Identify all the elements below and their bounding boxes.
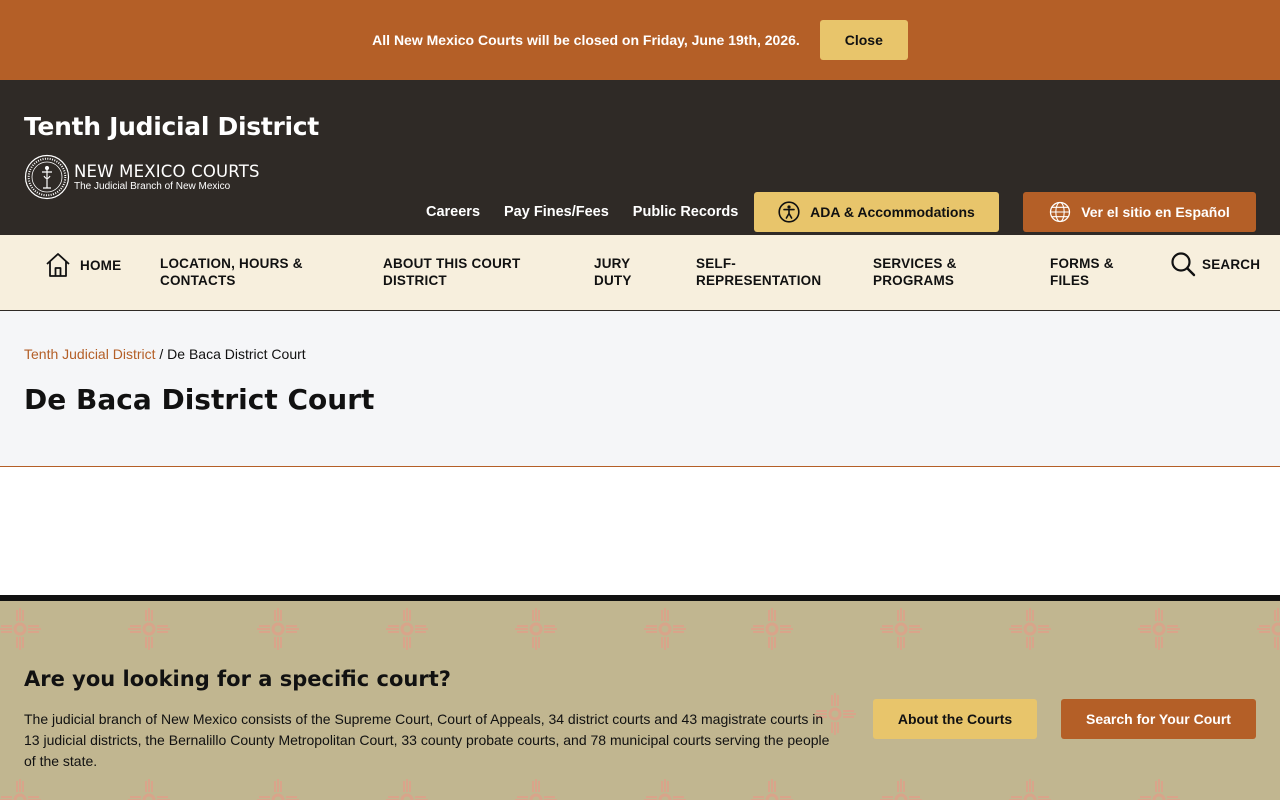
nav-item-about-district[interactable]: ABOUT THIS COURT DISTRICT	[383, 255, 543, 289]
alert-bar: All New Mexico Courts will be closed on …	[0, 0, 1280, 80]
site-title[interactable]: Tenth Judicial District	[24, 112, 319, 141]
spanish-site-button[interactable]: Ver el sitio en Español	[1023, 192, 1256, 232]
search-icon	[1171, 252, 1196, 277]
nm-courts-logo[interactable]: NEW MEXICO COURTS The Judicial Branch of…	[24, 154, 260, 200]
alert-close-button[interactable]: Close	[819, 20, 908, 60]
nav-item-location[interactable]: LOCATION, HOURS & CONTACTS	[160, 255, 330, 289]
court-finder-banner: Are you looking for a specific court? Th…	[0, 601, 1280, 800]
ada-accommodations-button[interactable]: ADA & Accommodations	[754, 192, 999, 232]
breadcrumb-current: De Baca District Court	[167, 346, 306, 362]
breadcrumb-link-tenth-district[interactable]: Tenth Judicial District	[24, 346, 156, 362]
search-for-your-court-button[interactable]: Search for Your Court	[1061, 699, 1256, 739]
nav-item-jury-duty[interactable]: JURY DUTY	[594, 255, 654, 289]
nav-search-label: SEARCH	[1202, 256, 1261, 272]
page-head: Tenth Judicial District / De Baca Distri…	[0, 311, 1280, 467]
breadcrumb: Tenth Judicial District / De Baca Distri…	[24, 346, 306, 362]
utility-nav: Careers Pay Fines/Fees Public Records	[426, 192, 762, 232]
nav-search-button[interactable]: SEARCH	[1170, 251, 1260, 277]
globe-icon	[1050, 201, 1071, 223]
main-nav: HOME LOCATION, HOURS & CONTACTS ABOUT TH…	[0, 235, 1280, 311]
careers-link[interactable]: Careers	[426, 204, 480, 220]
about-the-courts-button[interactable]: About the Courts	[873, 699, 1037, 739]
site-header: Tenth Judicial District NEW MEXICO COURT…	[0, 80, 1280, 235]
nav-item-self-representation[interactable]: SELF- REPRESENTATION	[696, 255, 836, 289]
page-title: De Baca District Court	[24, 383, 375, 416]
nav-home-label: HOME	[80, 257, 122, 273]
logo-title: NEW MEXICO COURTS	[74, 161, 260, 181]
nav-item-services[interactable]: SERVICES & PROGRAMS	[873, 255, 993, 289]
spanish-label: Ver el sitio en Español	[1081, 204, 1230, 220]
accessibility-icon	[778, 201, 800, 223]
ada-label: ADA & Accommodations	[810, 204, 975, 220]
nav-item-home[interactable]: HOME	[44, 251, 121, 279]
logo-subtitle: The Judicial Branch of New Mexico	[74, 180, 231, 192]
state-seal-icon	[24, 154, 70, 200]
alert-message: All New Mexico Courts will be closed on …	[372, 32, 800, 48]
court-finder-description: The judicial branch of New Mexico consis…	[24, 711, 830, 769]
home-icon	[46, 253, 70, 277]
court-finder-title: Are you looking for a specific court?	[24, 667, 451, 691]
breadcrumb-separator: /	[155, 346, 168, 362]
nav-item-forms[interactable]: FORMS & FILES	[1050, 255, 1140, 289]
pay-fines-link[interactable]: Pay Fines/Fees	[504, 204, 609, 220]
public-records-link[interactable]: Public Records	[633, 204, 739, 220]
